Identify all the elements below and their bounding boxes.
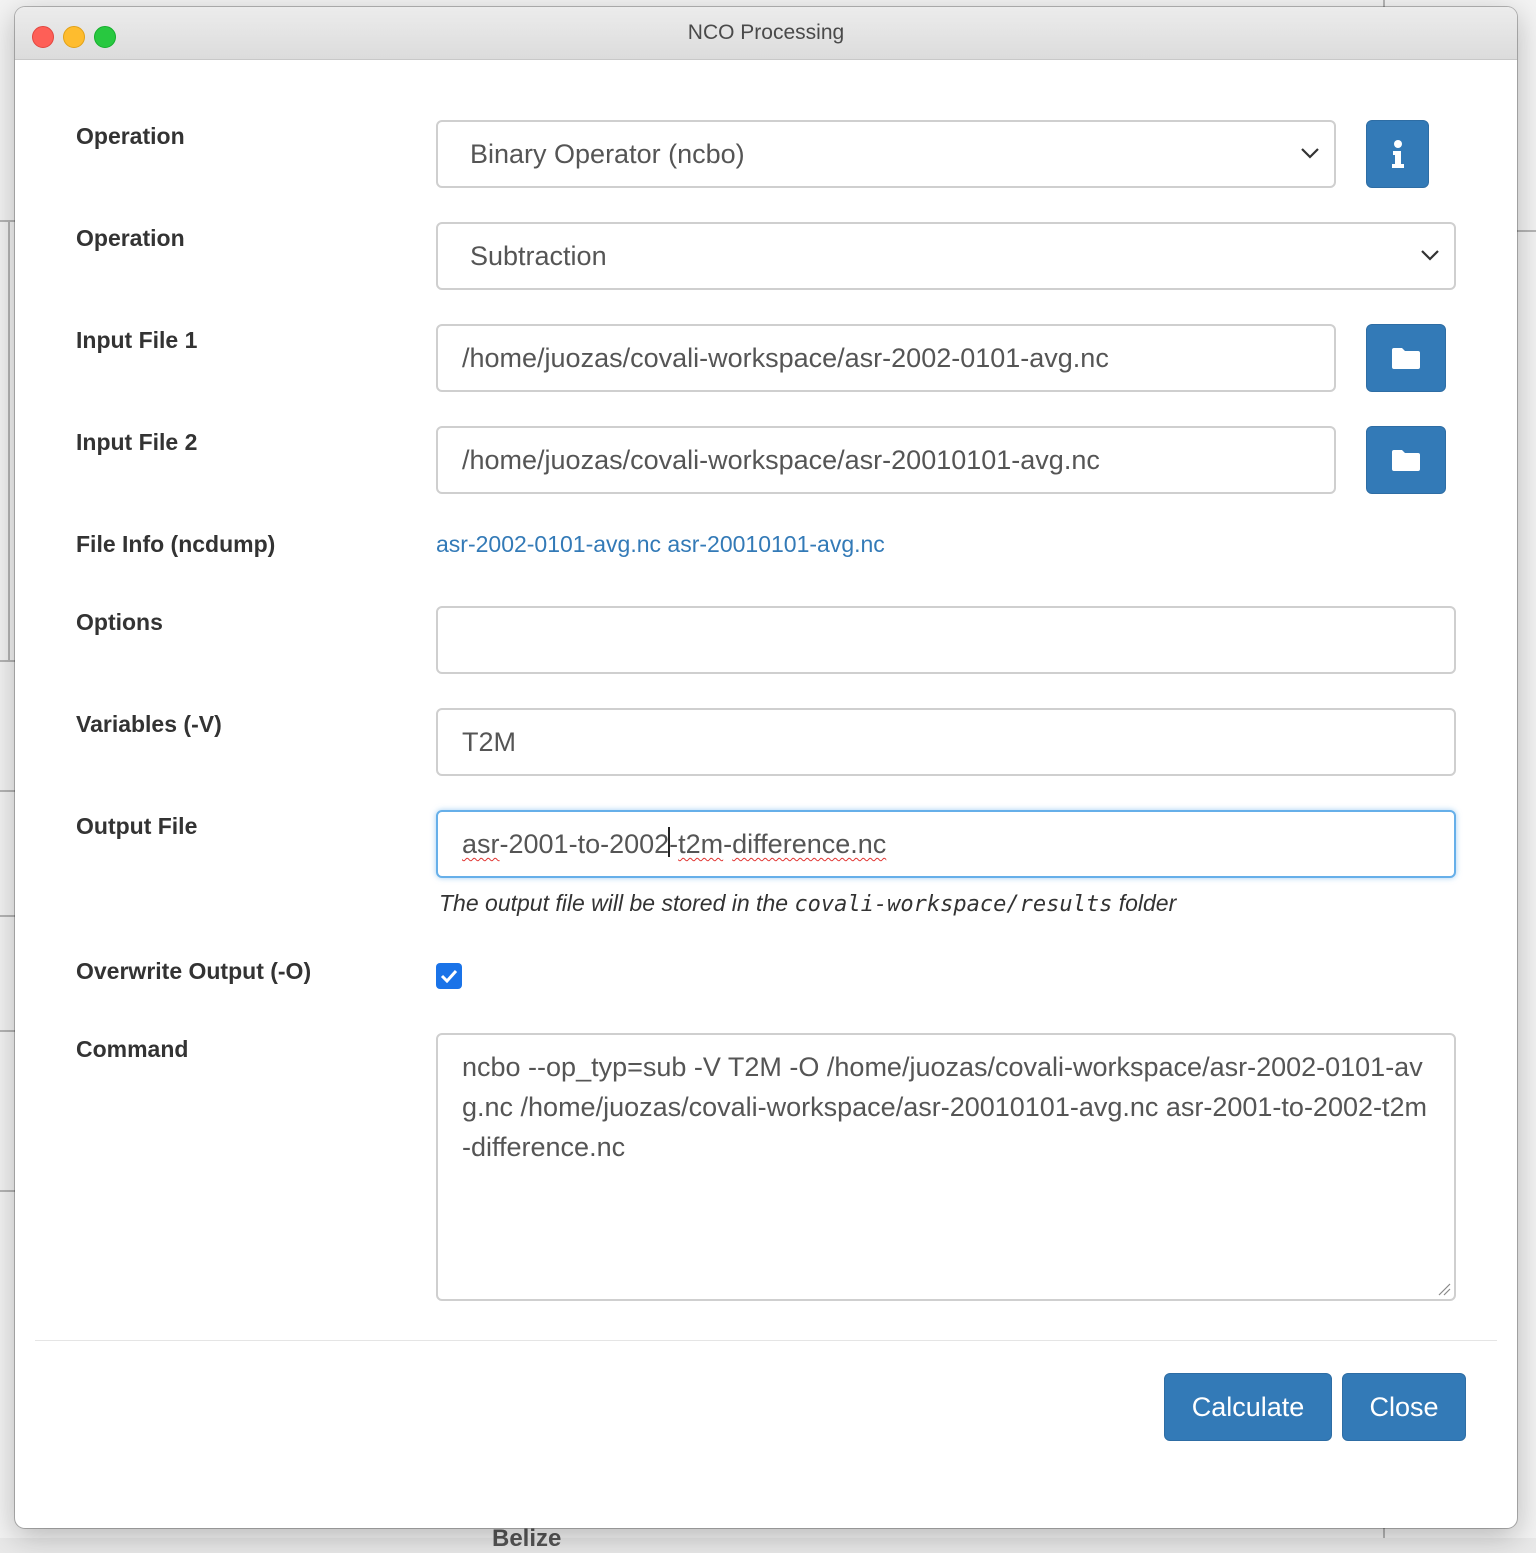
- calculate-button[interactable]: Calculate: [1164, 1373, 1332, 1441]
- output-value-dash-1: -: [669, 829, 679, 859]
- file-info-label: File Info (ncdump): [76, 531, 276, 557]
- input-file-1-field[interactable]: /home/juozas/covali-workspace/asr-2002-0…: [436, 324, 1336, 392]
- operation-type-select[interactable]: Subtraction: [436, 222, 1456, 290]
- browse-input-2-button[interactable]: [1366, 426, 1446, 494]
- title-bar: NCO Processing: [15, 7, 1517, 60]
- folder-icon: [1392, 348, 1420, 369]
- close-button[interactable]: Close: [1342, 1373, 1466, 1441]
- file-info-links: asr-2002-0101-avg.nc asr-20010101-avg.nc: [436, 531, 885, 558]
- chevron-down-icon: [1421, 250, 1439, 261]
- command-value: ncbo --op_typ=sub -V T2M -O /home/juozas…: [462, 1052, 1427, 1162]
- file-info-link-2[interactable]: asr-20010101-avg.nc: [667, 531, 884, 557]
- options-input[interactable]: [436, 606, 1456, 674]
- resize-handle-icon[interactable]: [1437, 1282, 1451, 1296]
- info-icon: [1391, 140, 1404, 168]
- overwrite-checkbox[interactable]: [436, 963, 462, 989]
- overwrite-label: Overwrite Output (-O): [76, 958, 312, 984]
- output-value-t2m: t2m: [678, 829, 724, 859]
- output-value-dash-2: -: [723, 829, 733, 859]
- output-value-years: -2001-to-2002: [499, 829, 670, 859]
- output-value-difference: difference.nc: [732, 829, 887, 859]
- output-help-pre: The output file will be stored in the: [439, 890, 789, 916]
- browse-input-1-button[interactable]: [1366, 324, 1446, 392]
- output-help-post: folder: [1118, 890, 1177, 916]
- footer-divider: [35, 1340, 1497, 1341]
- input-file-2-label: Input File 2: [76, 429, 198, 455]
- operation-type-label: Operation: [76, 225, 185, 251]
- command-textarea[interactable]: ncbo --op_typ=sub -V T2M -O /home/juozas…: [436, 1033, 1456, 1301]
- input-file-1-value: /home/juozas/covali-workspace/asr-2002-0…: [462, 343, 1109, 373]
- output-file-input[interactable]: asr-2001-to-2002-t2m-difference.nc: [436, 810, 1456, 878]
- output-help-text: The output file will be stored in the co…: [439, 890, 1176, 917]
- operation-type-select-value: Subtraction: [470, 241, 607, 271]
- variables-label: Variables (-V): [76, 711, 222, 737]
- window-title: NCO Processing: [687, 21, 845, 44]
- info-button[interactable]: [1366, 120, 1429, 188]
- checkmark-icon: [440, 969, 458, 983]
- input-file-1-label: Input File 1: [76, 327, 198, 353]
- operation-label: Operation: [76, 123, 185, 149]
- command-label: Command: [76, 1036, 189, 1062]
- chevron-down-icon: [1301, 148, 1319, 159]
- operation-select-value: Binary Operator (ncbo): [470, 139, 745, 169]
- operation-select[interactable]: Binary Operator (ncbo): [436, 120, 1336, 188]
- folder-icon: [1392, 450, 1420, 471]
- output-value-asr: asr: [462, 829, 500, 859]
- output-help-path: covali-workspace/results: [794, 892, 1113, 917]
- variables-input[interactable]: T2M: [436, 708, 1456, 776]
- output-file-label: Output File: [76, 813, 198, 839]
- map-label-belize: Belize: [492, 1525, 562, 1552]
- nco-processing-dialog: NCO Processing Operation Binary Operator…: [15, 7, 1517, 1528]
- input-file-2-value: /home/juozas/covali-workspace/asr-200101…: [462, 445, 1100, 475]
- variables-value: T2M: [462, 727, 516, 757]
- file-info-link-1[interactable]: asr-2002-0101-avg.nc: [436, 531, 661, 557]
- input-file-2-field[interactable]: /home/juozas/covali-workspace/asr-200101…: [436, 426, 1336, 494]
- options-label: Options: [76, 609, 163, 635]
